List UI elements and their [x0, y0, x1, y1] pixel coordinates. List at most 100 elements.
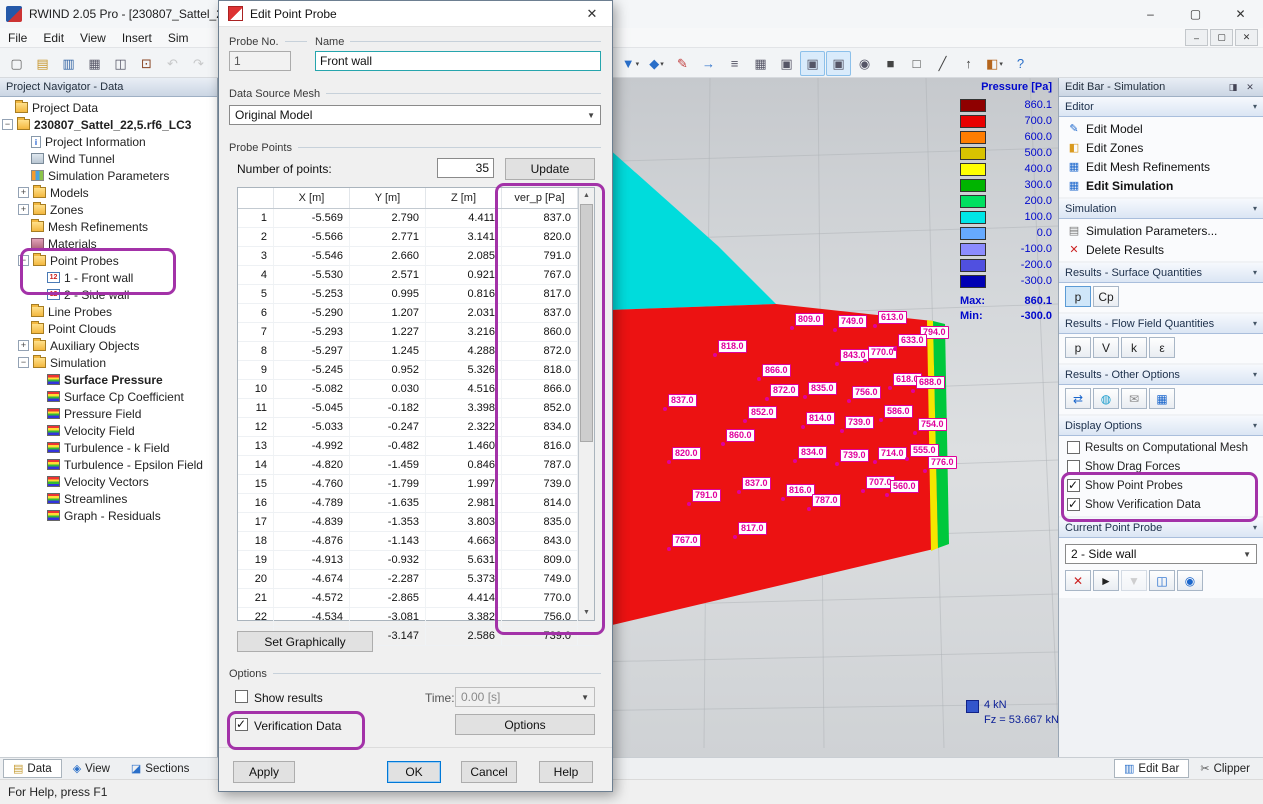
tree-item-mesh-refinements[interactable]: Mesh Refinements [0, 218, 217, 235]
minimize-icon[interactable]: – [1128, 0, 1173, 28]
probe-point-row[interactable]: 5-5.2530.9950.816817.0 [238, 285, 594, 304]
table-scrollbar[interactable]: ▲ ▼ [578, 188, 594, 620]
tree-item-turbulence-k-field[interactable]: Turbulence - k Field [0, 439, 217, 456]
normals-icon[interactable]: ↑ [956, 51, 981, 76]
maximize-icon[interactable]: ▢ [1173, 0, 1218, 28]
flow-arrow-icon[interactable]: → [696, 51, 721, 76]
tree-item-point-clouds[interactable]: Point Clouds [0, 320, 217, 337]
delete-results-item[interactable]: ✕Delete Results [1059, 240, 1263, 259]
filter-icon[interactable]: ▼▾ [618, 51, 643, 76]
tree-item-line-probes[interactable]: Line Probes [0, 303, 217, 320]
menu-view[interactable]: View [72, 29, 114, 47]
probe-point-row[interactable]: 19-4.913-0.9325.631809.0 [238, 551, 594, 570]
surface-p-button[interactable]: p [1065, 286, 1091, 307]
tree-item-2-side-wall[interactable]: 122 - Side wall [0, 286, 217, 303]
section-flow-quantities-header[interactable]: Results - Flow Field Quantities▾ [1059, 314, 1263, 334]
tab-sections[interactable]: ◪Sections [121, 759, 200, 778]
paint-icon[interactable]: ◧▾ [982, 51, 1007, 76]
probe-point-row[interactable]: 8-5.2971.2454.288872.0 [238, 342, 594, 361]
open-file-icon[interactable]: ▤ [30, 51, 55, 76]
probe-point-row[interactable]: 10-5.0820.0304.516866.0 [238, 380, 594, 399]
number-of-points-field[interactable] [437, 158, 494, 178]
layers-icon[interactable]: ≡ [722, 51, 747, 76]
tab-data[interactable]: ▤Data [3, 759, 62, 778]
probe-point-row[interactable]: 11-5.045-0.1823.398852.0 [238, 399, 594, 418]
section-display-options-header[interactable]: Display Options▾ [1059, 416, 1263, 436]
section-line-icon[interactable]: ╱ [930, 51, 955, 76]
paste-view-icon[interactable]: ▣ [826, 51, 851, 76]
flow-v-button[interactable]: V [1093, 337, 1119, 358]
probe-point-row[interactable]: 3-5.5462.6602.085791.0 [238, 247, 594, 266]
probe-no-field[interactable] [229, 51, 291, 71]
surface-globe-button[interactable]: ◍ [1093, 388, 1119, 409]
tree-item-velocity-field[interactable]: Velocity Field [0, 422, 217, 439]
probe-point-row[interactable]: 6-5.2901.2072.031837.0 [238, 304, 594, 323]
tree-item-graph-residuals[interactable]: Graph - Residuals [0, 507, 217, 524]
section-simulation-header[interactable]: Simulation▾ [1059, 199, 1263, 219]
tree-item-velocity-vectors[interactable]: Velocity Vectors [0, 473, 217, 490]
tree-item-1-front-wall[interactable]: 121 - Front wall [0, 269, 217, 286]
result-matrix-button[interactable]: ▦ [1149, 388, 1175, 409]
print-icon[interactable]: ▦ [82, 51, 107, 76]
collapse-toggle-icon[interactable]: − [18, 357, 29, 368]
scroll-up-icon[interactable]: ▲ [579, 188, 594, 203]
probe-point-row[interactable]: 18-4.876-1.1434.663843.0 [238, 532, 594, 551]
mdi-minimize-icon[interactable]: – [1185, 29, 1208, 46]
tree-item-surface-pressure[interactable]: Surface Pressure [0, 371, 217, 388]
solid-mode-icon[interactable]: ■ [878, 51, 903, 76]
menu-edit[interactable]: Edit [35, 29, 72, 47]
view-cube-icon[interactable]: ◆▾ [644, 51, 669, 76]
menu-sim[interactable]: Sim [160, 29, 197, 47]
probe-point-row[interactable]: 20-4.674-2.2875.373749.0 [238, 570, 594, 589]
print-preview-icon[interactable]: ◫ [108, 51, 133, 76]
update-button[interactable]: Update [505, 158, 595, 180]
section-other-options-header[interactable]: Results - Other Options▾ [1059, 365, 1263, 385]
flow-k-button[interactable]: k [1121, 337, 1147, 358]
streamline-export-button[interactable]: ⇄ [1065, 388, 1091, 409]
tree-item-230807-sattel-22-5-rf6-lc3[interactable]: −230807_Sattel_22,5.rf6_LC3 [0, 116, 217, 133]
copy-view-icon[interactable]: ▣ [800, 51, 825, 76]
probe-point-row[interactable]: 1-5.5692.7904.411837.0 [238, 209, 594, 228]
probe-point-row[interactable]: 9-5.2450.9525.326818.0 [238, 361, 594, 380]
dialog-title-bar[interactable]: Edit Point Probe ✕ [219, 1, 612, 27]
save-icon[interactable]: ▥ [56, 51, 81, 76]
cancel-button[interactable]: Cancel [461, 761, 517, 783]
verification-data-checkbox[interactable] [235, 718, 248, 731]
snapshot-icon[interactable]: ◉ [852, 51, 877, 76]
wireframe-mode-icon[interactable]: □ [904, 51, 929, 76]
expand-toggle-icon[interactable]: + [18, 187, 29, 198]
help-icon[interactable]: ? [1008, 51, 1033, 76]
mdi-close-icon[interactable]: ✕ [1235, 29, 1258, 46]
tab-clipper[interactable]: ✂Clipper [1190, 759, 1260, 778]
simulation-parameters-item[interactable]: ▤Simulation Parameters... [1059, 221, 1263, 240]
ok-button[interactable]: OK [387, 761, 441, 783]
mdi-restore-icon[interactable]: ▢ [1210, 29, 1233, 46]
probe-name-field[interactable] [315, 51, 601, 71]
probe-point-row[interactable]: 2-5.5662.7713.141820.0 [238, 228, 594, 247]
current-probe-select[interactable]: 2 - Side wall ▼ [1065, 544, 1257, 564]
show-results-checkbox[interactable] [235, 690, 248, 703]
probe-point-row[interactable]: 13-4.992-0.4821.460816.0 [238, 437, 594, 456]
undo-icon[interactable]: ↶ [160, 51, 185, 76]
probe-point-row[interactable]: 4-5.5302.5710.921767.0 [238, 266, 594, 285]
close-icon[interactable]: ✕ [1218, 0, 1263, 28]
tab-edit-bar[interactable]: ▥Edit Bar [1114, 759, 1189, 778]
tree-item-pressure-field[interactable]: Pressure Field [0, 405, 217, 422]
tree-item-wind-tunnel[interactable]: Wind Tunnel [0, 150, 217, 167]
scroll-thumb[interactable] [580, 204, 593, 442]
color-scale-icon[interactable]: ✎ [670, 51, 695, 76]
tree-item-project-data[interactable]: Project Data [0, 99, 217, 116]
mesh-toggle-icon[interactable]: ▦ [748, 51, 773, 76]
clipboard-icon[interactable]: ▣ [774, 51, 799, 76]
expand-toggle-icon[interactable]: + [18, 204, 29, 215]
scroll-down-icon[interactable]: ▼ [579, 605, 594, 620]
tree-item-point-probes[interactable]: −Point Probes [0, 252, 217, 269]
expand-toggle-icon[interactable]: + [18, 340, 29, 351]
delete-probe-button[interactable]: ✕ [1065, 570, 1091, 591]
tree-item-project-information[interactable]: iProject Information [0, 133, 217, 150]
dock-icon[interactable]: ◨ [1226, 82, 1240, 93]
tree-item-streamlines[interactable]: Streamlines [0, 490, 217, 507]
new-file-icon[interactable]: ▢ [4, 51, 29, 76]
tree-item-simulation-parameters[interactable]: Simulation Parameters [0, 167, 217, 184]
probe-point-row[interactable]: 16-4.789-1.6352.981814.0 [238, 494, 594, 513]
